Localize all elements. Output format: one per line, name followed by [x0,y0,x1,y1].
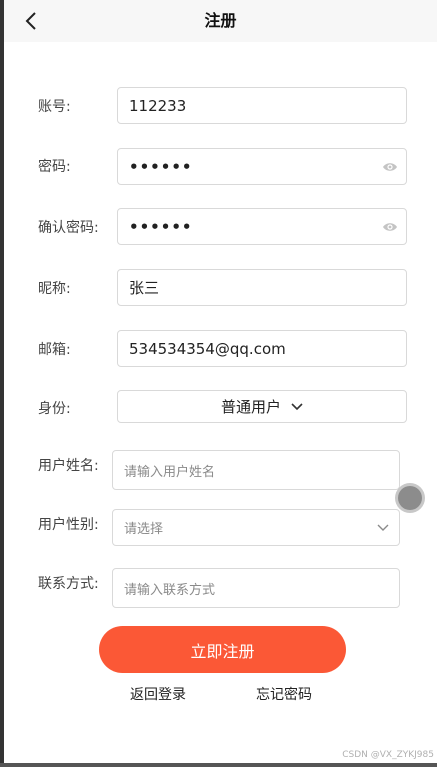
eye-icon[interactable] [382,220,398,234]
user-gender-select[interactable]: 请选择 [112,509,400,546]
account-label: 账号: [38,99,71,115]
identity-label: 身份: [38,401,71,417]
chevron-down-icon [377,524,389,531]
account-input[interactable]: 112233 [117,87,407,124]
contact-label: 联系方式: [38,576,99,592]
chevron-down-icon [291,402,303,410]
user-name-label: 用户姓名: [38,458,99,474]
contact-input[interactable]: 请输入联系方式 [112,568,400,608]
user-gender-label: 用户性别: [38,517,99,533]
confirm-password-value: •••••• [129,217,193,236]
password-label: 密码: [38,159,71,175]
window-frame-bottom [0,763,437,767]
email-input[interactable]: 534534354@qq.com [117,330,407,367]
user-name-placeholder: 请输入用户姓名 [124,464,216,480]
user-name-input[interactable]: 请输入用户姓名 [112,450,400,490]
account-value: 112233 [129,96,187,115]
back-to-login-link[interactable]: 返回登录 [130,684,186,704]
contact-placeholder: 请输入联系方式 [124,582,216,598]
email-label: 邮箱: [38,342,71,358]
nav-bar: 注册 [4,0,437,42]
password-value: •••••• [129,157,193,176]
floating-assistive-button[interactable] [398,486,422,510]
password-input[interactable]: •••••• [117,148,407,185]
nickname-label: 昵称: [38,281,71,297]
nickname-value: 张三 [129,279,160,297]
forgot-password-link[interactable]: 忘记密码 [256,684,312,704]
identity-select[interactable]: 普通用户 [117,390,407,423]
eye-icon[interactable] [382,160,398,174]
nickname-input[interactable]: 张三 [117,269,407,306]
confirm-password-input[interactable]: •••••• [117,208,407,245]
user-gender-placeholder: 请选择 [124,522,164,537]
confirm-password-label: 确认密码: [38,220,99,236]
identity-value: 普通用户 [220,398,281,416]
register-button[interactable]: 立即注册 [99,626,346,673]
email-value: 534534354@qq.com [129,339,286,358]
watermark: CSDN @VX_ZYKJ985 [342,750,434,760]
page-title: 注册 [204,11,237,30]
